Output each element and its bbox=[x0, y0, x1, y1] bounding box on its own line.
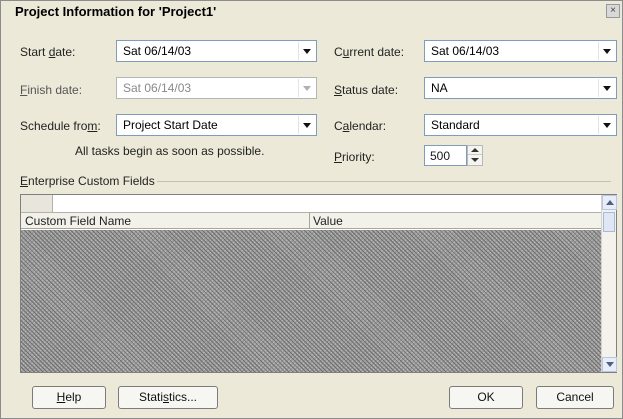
grid-entry-bar[interactable] bbox=[53, 195, 601, 213]
statistics-button[interactable]: Statistics... bbox=[118, 386, 218, 409]
spin-up-icon[interactable] bbox=[468, 146, 482, 155]
spin-down-icon[interactable] bbox=[468, 156, 482, 165]
chevron-down-icon[interactable] bbox=[598, 79, 615, 97]
priority-input[interactable]: 500 bbox=[424, 145, 467, 166]
grid-empty-area bbox=[21, 230, 601, 372]
calendar-value: Standard bbox=[431, 118, 480, 132]
vertical-scrollbar[interactable] bbox=[601, 195, 617, 372]
calendar-label: Calendar: bbox=[334, 119, 387, 133]
enterprise-fields-heading: Enterprise Custom Fields bbox=[20, 174, 155, 188]
start-date-dropdown[interactable]: Sat 06/14/03 bbox=[116, 40, 317, 62]
priority-spin-buttons[interactable] bbox=[467, 145, 483, 166]
current-date-dropdown[interactable]: Sat 06/14/03 bbox=[424, 40, 617, 62]
title-bar: Project Information for 'Project1' × bbox=[1, 1, 622, 23]
scroll-down-icon[interactable] bbox=[602, 357, 617, 372]
status-date-value: NA bbox=[431, 81, 448, 95]
priority-value: 500 bbox=[430, 149, 451, 163]
group-divider bbox=[157, 181, 611, 182]
current-date-value: Sat 06/14/03 bbox=[431, 44, 500, 58]
schedule-from-label: Schedule from: bbox=[20, 119, 101, 133]
schedule-from-value: Project Start Date bbox=[123, 118, 218, 132]
priority-label: Priority: bbox=[334, 150, 375, 164]
chevron-down-icon[interactable] bbox=[298, 116, 315, 134]
schedule-from-dropdown[interactable]: Project Start Date bbox=[116, 114, 317, 136]
chevron-down-icon[interactable] bbox=[298, 42, 315, 60]
help-button[interactable]: Help bbox=[32, 386, 106, 409]
dialog-title: Project Information for 'Project1' bbox=[15, 4, 217, 19]
finish-date-label: Finish date: bbox=[20, 83, 83, 97]
scroll-up-icon[interactable] bbox=[602, 195, 617, 210]
chevron-down-icon bbox=[298, 79, 315, 97]
project-information-dialog: Project Information for 'Project1' × Sta… bbox=[0, 0, 623, 419]
status-date-dropdown[interactable]: NA bbox=[424, 77, 617, 99]
start-date-value: Sat 06/14/03 bbox=[123, 44, 192, 58]
ok-button[interactable]: OK bbox=[449, 386, 523, 409]
column-header-value[interactable]: Value bbox=[313, 214, 343, 228]
enterprise-fields-grid[interactable]: Custom Field Name Value bbox=[20, 194, 617, 373]
finish-date-value: Sat 06/14/03 bbox=[123, 81, 192, 95]
column-header-field-name[interactable]: Custom Field Name bbox=[25, 214, 131, 228]
column-separator bbox=[309, 213, 310, 229]
close-button[interactable]: × bbox=[606, 4, 620, 18]
current-date-label: Current date: bbox=[334, 45, 405, 59]
chevron-down-icon[interactable] bbox=[598, 42, 615, 60]
cancel-button[interactable]: Cancel bbox=[536, 386, 614, 409]
finish-date-dropdown: Sat 06/14/03 bbox=[116, 77, 317, 99]
calendar-dropdown[interactable]: Standard bbox=[424, 114, 617, 136]
priority-spinner[interactable]: 500 bbox=[424, 145, 484, 166]
grid-corner-cell bbox=[21, 195, 53, 213]
scroll-thumb[interactable] bbox=[603, 212, 615, 232]
schedule-info-text: All tasks begin as soon as possible. bbox=[75, 144, 265, 158]
status-date-label: Status date: bbox=[334, 83, 399, 97]
chevron-down-icon[interactable] bbox=[598, 116, 615, 134]
start-date-label: Start date: bbox=[20, 45, 76, 59]
grid-header: Custom Field Name Value bbox=[21, 213, 601, 229]
